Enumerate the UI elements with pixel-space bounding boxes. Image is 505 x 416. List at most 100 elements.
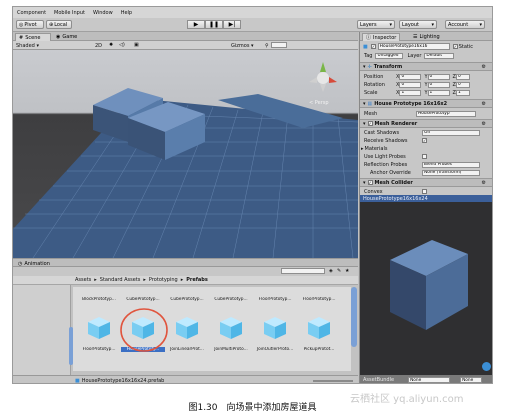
scene-search-input[interactable] bbox=[271, 42, 287, 48]
breadcrumb-prototyping[interactable]: Prototyping bbox=[149, 277, 178, 283]
position-x-field[interactable]: 0 bbox=[399, 73, 422, 80]
settings-gear-icon[interactable]: ⚙ bbox=[482, 121, 486, 127]
object-name-field[interactable]: HousePrototype16x16 bbox=[377, 43, 450, 50]
prefab-cube-icon bbox=[176, 317, 198, 339]
asset-item[interactable]: FloorPrototyp... bbox=[253, 297, 297, 302]
asset-item[interactable]: CubePrototyp... bbox=[121, 297, 165, 302]
lighting-toggle-icon[interactable]: ✹ bbox=[109, 42, 113, 48]
step-button[interactable]: ▶| bbox=[223, 20, 241, 29]
reflection-probes-dropdown[interactable]: Blend Probes bbox=[422, 161, 480, 168]
chevron-right-icon: ▸ bbox=[180, 277, 184, 283]
tab-lighting[interactable]: ☰ Lighting bbox=[410, 33, 443, 41]
tab-game[interactable]: ◉ Game bbox=[53, 33, 87, 41]
scene-search-icon[interactable]: ⚲ bbox=[265, 43, 269, 49]
filter-label-icon[interactable]: ✎ bbox=[337, 268, 341, 274]
shading-mode-dropdown[interactable]: Shaded ▾ bbox=[16, 43, 39, 49]
convex-checkbox[interactable] bbox=[422, 189, 427, 194]
account-dropdown[interactable]: Account ▾ bbox=[445, 20, 485, 29]
breadcrumb-prefabs[interactable]: Prefabs bbox=[186, 277, 208, 283]
asset-item[interactable]: CubePrototyp... bbox=[165, 297, 209, 302]
tab-scene[interactable]: # Scene bbox=[15, 33, 51, 41]
mode-2d-toggle[interactable]: 2D bbox=[95, 43, 102, 49]
pause-button[interactable]: ❚❚ bbox=[205, 20, 223, 29]
persp-label[interactable]: < Persp bbox=[309, 100, 329, 106]
mesh-collider-header[interactable]: ▾ ✓ Mesh Collider ⚙ bbox=[360, 178, 492, 187]
preview-toggle-icon[interactable] bbox=[482, 362, 491, 371]
favorite-star-icon[interactable]: ★ bbox=[345, 268, 349, 274]
preview-house-render bbox=[390, 240, 468, 330]
chevron-right-icon: ▸ bbox=[143, 277, 146, 283]
rotation-x-field[interactable]: 0 bbox=[399, 81, 422, 88]
mesh-object-field[interactable]: HousePrototyp bbox=[416, 110, 476, 117]
orientation-gizmo bbox=[309, 62, 337, 92]
menu-window[interactable]: Window bbox=[93, 10, 113, 16]
settings-gear-icon[interactable]: ⚙ bbox=[482, 101, 486, 107]
anchor-override-field[interactable]: None (Transform) bbox=[422, 169, 480, 176]
filter-type-icon[interactable]: ◈ bbox=[329, 268, 333, 274]
asset-label: JoinMultiProto... bbox=[214, 347, 248, 352]
main-toolbar: ◎ Pivot ⊕ Local ▶ ❚❚ ▶| Layers ▾ Layout … bbox=[13, 18, 492, 32]
scale-x-field[interactable]: 1 bbox=[399, 89, 422, 96]
mesh-renderer-title: Mesh Renderer bbox=[374, 120, 418, 127]
breadcrumb: Assets ▸ Standard Assets ▸ Prototyping ▸… bbox=[13, 276, 358, 285]
menu-help[interactable]: Help bbox=[121, 10, 132, 16]
position-z-field[interactable]: 0 bbox=[455, 73, 470, 80]
pivot-icon: ◎ bbox=[19, 21, 24, 28]
local-toggle[interactable]: ⊕ Local bbox=[46, 20, 72, 29]
audio-toggle-icon[interactable]: ◁) bbox=[119, 42, 125, 48]
pivot-toggle[interactable]: ◎ Pivot bbox=[16, 20, 44, 29]
asset-item[interactable]: FloorPrototyp... bbox=[297, 297, 341, 302]
asset-item[interactable]: JoinOutlerProto... bbox=[253, 315, 297, 352]
mesh-collider-enabled-checkbox[interactable]: ✓ bbox=[367, 180, 373, 185]
asset-item[interactable]: FloorPrototyp... bbox=[77, 315, 121, 352]
menu-component[interactable]: Component bbox=[17, 10, 46, 16]
gizmos-dropdown[interactable]: Gizmos ▾ bbox=[231, 43, 254, 49]
transform-header[interactable]: ▾ ✛ Transform ⚙ bbox=[360, 62, 492, 71]
tag-label: Tag bbox=[364, 52, 373, 59]
play-button[interactable]: ▶ bbox=[187, 20, 205, 29]
asset-item[interactable]: PickupProtot... bbox=[297, 315, 341, 352]
active-checkbox[interactable]: ✓ bbox=[370, 44, 376, 49]
layout-dropdown[interactable]: Layout ▾ bbox=[399, 20, 437, 29]
tab-inspector[interactable]: ⓘ Inspector bbox=[362, 33, 401, 41]
project-folder-tree[interactable] bbox=[13, 285, 71, 375]
asset-preview[interactable] bbox=[360, 202, 492, 375]
mesh-filter-header[interactable]: ▾ ▦ House Prototype 16x16x2 ⚙ bbox=[360, 99, 492, 108]
position-y-field[interactable]: 0 bbox=[427, 73, 450, 80]
asset-item[interactable]: JoinMultiProto... bbox=[209, 315, 253, 352]
expand-triangle-icon[interactable]: ▸ bbox=[361, 146, 364, 152]
mesh-renderer-enabled-checkbox[interactable]: ✓ bbox=[367, 121, 373, 126]
layer-dropdown[interactable]: Default bbox=[424, 52, 455, 59]
layers-dropdown[interactable]: Layers ▾ bbox=[357, 20, 395, 29]
asset-item[interactable]: JoinLinearProt... bbox=[165, 315, 209, 352]
mode-2d-label: 2D bbox=[95, 43, 103, 49]
assetbundle-value: None bbox=[410, 377, 422, 383]
breadcrumb-assets[interactable]: Assets bbox=[75, 277, 91, 283]
scene-viewport[interactable]: < Persp bbox=[13, 50, 358, 258]
scale-y-field[interactable]: 1 bbox=[427, 89, 450, 96]
asset-item[interactable]: CubePrototyp... bbox=[209, 297, 253, 302]
assetbundle-variant-dropdown[interactable]: None bbox=[460, 377, 483, 383]
static-checkbox[interactable]: ✓ bbox=[452, 44, 458, 49]
effects-toggle-icon[interactable]: ▣ bbox=[134, 42, 139, 48]
asset-label: FloorPrototyp... bbox=[302, 297, 336, 302]
icon-size-slider[interactable] bbox=[313, 380, 353, 382]
project-search-input[interactable] bbox=[281, 268, 325, 274]
breadcrumb-standard-assets[interactable]: Standard Assets bbox=[100, 277, 141, 283]
scale-z-field[interactable]: 1 bbox=[455, 89, 470, 96]
rotation-y-field[interactable]: 0 bbox=[427, 81, 450, 88]
mesh-renderer-header[interactable]: ▾ ✓ Mesh Renderer ⚙ bbox=[360, 119, 492, 128]
assetbundle-dropdown[interactable]: None bbox=[408, 377, 451, 383]
chevron-right-icon: ▸ bbox=[94, 277, 97, 283]
settings-gear-icon[interactable]: ⚙ bbox=[482, 64, 486, 70]
tag-dropdown[interactable]: Untagged bbox=[375, 52, 404, 59]
asset-grid-scrollbar[interactable] bbox=[351, 287, 357, 347]
menu-mobile-input[interactable]: Mobile Input bbox=[54, 10, 85, 16]
receive-shadows-checkbox[interactable]: ✓ bbox=[422, 138, 427, 143]
cast-shadows-dropdown[interactable]: Off bbox=[422, 129, 480, 136]
light-probes-checkbox[interactable] bbox=[422, 154, 427, 159]
settings-gear-icon[interactable]: ⚙ bbox=[482, 180, 486, 186]
materials-label: Materials bbox=[364, 145, 388, 152]
rotation-z-field[interactable]: 0 bbox=[455, 81, 470, 88]
asset-item[interactable]: BlockPrototyp... bbox=[77, 297, 121, 302]
